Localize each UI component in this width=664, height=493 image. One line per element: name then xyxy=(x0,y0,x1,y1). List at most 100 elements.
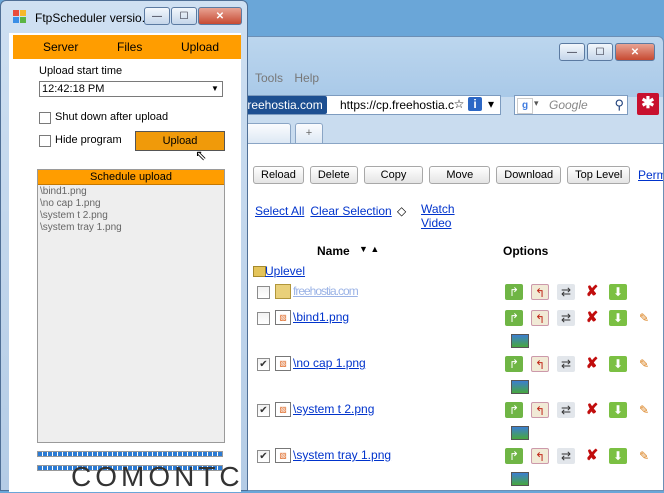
app-minimize-button[interactable]: — xyxy=(144,7,170,25)
perm-link[interactable]: Perm xyxy=(638,168,663,182)
row-checkbox-checked[interactable]: ✔ xyxy=(257,358,270,371)
window-title: FtpScheduler versio... xyxy=(35,11,152,25)
file-name-link[interactable]: \no cap 1.png xyxy=(293,356,366,370)
delete-icon[interactable]: ✘ xyxy=(583,402,601,418)
copy-button[interactable]: Copy xyxy=(363,166,424,184)
rename-icon[interactable]: ↰ xyxy=(531,402,549,418)
delete-icon[interactable]: ✘ xyxy=(583,310,601,326)
uplevel-link[interactable]: Uplevel xyxy=(265,264,305,278)
image-preview-icon[interactable] xyxy=(511,472,529,486)
row-options: ↱ ↰ ⇄ ✘ ⬇ ✎ xyxy=(505,310,653,326)
upload-icon[interactable]: ↱ xyxy=(505,448,523,464)
browser-minimize-button[interactable]: — xyxy=(559,43,585,61)
tab-server[interactable]: Server xyxy=(43,40,78,54)
delete-icon[interactable]: ✘ xyxy=(583,356,601,372)
download-icon[interactable]: ⬇ xyxy=(609,284,627,300)
menu-tools[interactable]: Tools xyxy=(255,71,283,85)
upload-icon[interactable]: ↱ xyxy=(505,402,523,418)
upload-start-time-label: Upload start time xyxy=(39,65,123,77)
top-level-button[interactable]: Top Level xyxy=(567,166,631,184)
move-icon[interactable]: ⇄ xyxy=(557,310,575,326)
browser-maximize-button[interactable]: ☐ xyxy=(587,43,613,61)
addon-icon[interactable]: ✱ xyxy=(637,93,659,115)
image-file-icon: ▧ xyxy=(275,310,291,325)
download-icon[interactable]: ⬇ xyxy=(609,310,627,326)
new-tab-button[interactable]: + xyxy=(295,123,323,143)
browser-window-controls: — ☐ ✕ xyxy=(559,43,655,61)
mouse-pointer-icon: ⇖ xyxy=(195,147,207,163)
browser-close-button[interactable]: ✕ xyxy=(615,43,655,61)
reload-button[interactable]: Reload xyxy=(253,166,304,184)
info-icon[interactable]: i xyxy=(468,97,482,111)
file-name-link[interactable]: freehostia.com xyxy=(293,284,359,298)
tab-files[interactable]: Files xyxy=(117,40,142,54)
menu-help[interactable]: Help xyxy=(294,71,319,85)
column-header-name[interactable]: Name xyxy=(317,244,350,258)
list-item[interactable]: \system tray 1.png xyxy=(40,222,122,234)
app-tab-bar: Server Files Upload xyxy=(13,35,241,59)
move-icon[interactable]: ⇄ xyxy=(557,356,575,372)
move-icon[interactable]: ⇄ xyxy=(557,448,575,464)
image-preview-icon[interactable] xyxy=(511,426,529,440)
upload-icon[interactable]: ↱ xyxy=(505,284,523,300)
dropdown-arrow-icon[interactable]: ▼ xyxy=(209,83,221,95)
upload-icon[interactable]: ↱ xyxy=(505,356,523,372)
move-button[interactable]: Move xyxy=(429,166,491,184)
search-input[interactable]: Google xyxy=(549,98,588,112)
image-preview-icon[interactable] xyxy=(511,380,529,394)
watch-video-link[interactable]: Watch Video xyxy=(421,202,467,230)
rename-icon[interactable]: ↰ xyxy=(531,284,549,300)
file-name-link[interactable]: \system tray 1.png xyxy=(293,448,391,462)
delete-button[interactable]: Delete xyxy=(309,166,358,184)
delete-icon[interactable]: ✘ xyxy=(583,448,601,464)
edit-icon[interactable]: ✎ xyxy=(635,356,653,372)
download-button[interactable]: Download xyxy=(496,166,562,184)
search-icon[interactable]: ⚲ xyxy=(614,97,624,113)
upload-button[interactable]: Upload xyxy=(135,131,225,151)
edit-icon[interactable]: ✎ xyxy=(635,448,653,464)
app-client-area: Server Files Upload Upload start time 12… xyxy=(9,33,241,492)
site-identity-badge[interactable]: freehostia.com xyxy=(240,96,327,114)
url-text[interactable]: https://cp.freehostia.c xyxy=(340,98,454,112)
list-item[interactable]: \bind1.png xyxy=(40,186,122,198)
row-checkbox[interactable] xyxy=(257,286,270,299)
move-icon[interactable]: ⇄ xyxy=(557,284,575,300)
address-bar[interactable]: freehostia.com https://cp.freehostia.c ☆… xyxy=(239,95,501,115)
scheduled-files-list[interactable]: \bind1.png \no cap 1.png \system t 2.png… xyxy=(40,186,122,234)
move-icon[interactable]: ⇄ xyxy=(557,402,575,418)
search-box[interactable]: g ▾ Google ⚲ xyxy=(514,95,628,115)
delete-icon[interactable]: ✘ xyxy=(583,284,601,300)
file-action-buttons: Reload Delete Copy Move Download Top Lev… xyxy=(253,166,631,184)
hide-program-checkbox[interactable] xyxy=(39,135,51,147)
file-name-link[interactable]: \bind1.png xyxy=(293,310,349,324)
row-checkbox[interactable] xyxy=(257,312,270,325)
select-all-link[interactable]: Select All xyxy=(255,204,304,218)
app-maximize-button[interactable]: ☐ xyxy=(171,7,197,25)
list-item[interactable]: \no cap 1.png xyxy=(40,198,122,210)
upload-icon[interactable]: ↱ xyxy=(505,310,523,326)
edit-icon[interactable]: ✎ xyxy=(635,402,653,418)
image-preview-icon[interactable] xyxy=(511,334,529,348)
tab-upload[interactable]: Upload xyxy=(181,40,219,54)
rename-icon[interactable]: ↰ xyxy=(531,448,549,464)
file-name-link[interactable]: \system t 2.png xyxy=(293,402,374,416)
shutdown-checkbox[interactable] xyxy=(39,112,51,124)
row-checkbox-checked[interactable]: ✔ xyxy=(257,404,270,417)
download-icon[interactable]: ⬇ xyxy=(609,402,627,418)
app-close-button[interactable]: ✕ xyxy=(198,7,242,25)
upload-start-time-picker[interactable]: 12:42:18 PM ▼ xyxy=(39,81,223,97)
edit-icon[interactable]: ✎ xyxy=(635,310,653,326)
image-file-icon: ▧ xyxy=(275,402,291,417)
download-icon[interactable]: ⬇ xyxy=(609,356,627,372)
rename-icon[interactable]: ↰ xyxy=(531,356,549,372)
download-icon[interactable]: ⬇ xyxy=(609,448,627,464)
sort-arrows-icon[interactable]: ▼ ▲ xyxy=(359,244,379,254)
star-icon[interactable]: ☆ xyxy=(452,97,466,111)
google-engine-icon[interactable]: g xyxy=(517,98,533,114)
row-checkbox-checked[interactable]: ✔ xyxy=(257,450,270,463)
list-item[interactable]: \system t 2.png xyxy=(40,210,122,222)
clear-selection-link[interactable]: Clear Selection xyxy=(310,204,391,218)
engine-dropdown-icon[interactable]: ▾ xyxy=(534,98,539,109)
dropdown-arrow-icon[interactable]: ▾ xyxy=(484,97,498,111)
rename-icon[interactable]: ↰ xyxy=(531,310,549,326)
